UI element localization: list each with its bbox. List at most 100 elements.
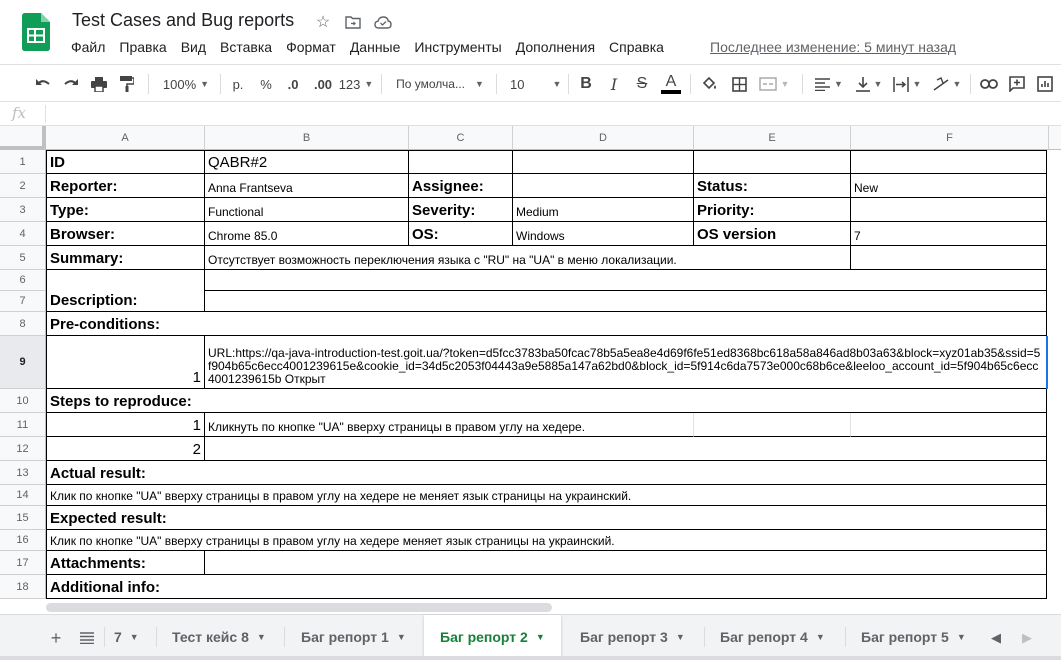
star-icon[interactable]: ☆	[312, 11, 334, 33]
scroll-tabs-right-icon[interactable]: ▶	[1016, 627, 1038, 649]
row-header-11[interactable]: 11	[0, 413, 46, 437]
cell-a1[interactable]: ID	[46, 150, 205, 174]
document-title[interactable]: Test Cases and Bug reports	[72, 10, 294, 31]
cell-a17[interactable]: Attachments:	[46, 551, 205, 575]
cell-a4[interactable]: Browser:	[46, 222, 205, 246]
row-header-1[interactable]: 1	[0, 150, 46, 174]
cell-b3[interactable]: Functional	[205, 198, 409, 222]
column-header-a[interactable]: A	[46, 126, 205, 150]
cell-a18[interactable]: Additional info:	[46, 575, 1047, 599]
row-header-13[interactable]: 13	[0, 461, 46, 485]
row-header-10[interactable]: 10	[0, 389, 46, 413]
cell-a2[interactable]: Reporter:	[46, 174, 205, 198]
cell-a16[interactable]: Клик по кнопке "UA" вверху страницы в пр…	[46, 530, 1047, 551]
vertical-align-icon[interactable]: ▼	[852, 71, 886, 97]
menu-data[interactable]: Данные	[343, 37, 408, 57]
cell-b2[interactable]: Anna Frantseva	[205, 174, 409, 198]
column-header-c[interactable]: C	[409, 126, 513, 150]
row-header-17[interactable]: 17	[0, 551, 46, 575]
cell-b6[interactable]	[205, 270, 1047, 291]
column-header-b[interactable]: B	[205, 126, 409, 150]
last-edit-link[interactable]: Последнее изменение: 5 минут назад	[710, 39, 956, 55]
cell-e2[interactable]: Status:	[694, 174, 851, 198]
sheet-tab-bug-report-1[interactable]: Баг репорт 1 ▼	[301, 615, 406, 659]
cell-b5[interactable]: Отсутствует возможность переключения язы…	[205, 246, 851, 270]
insert-chart-icon[interactable]	[1034, 71, 1056, 97]
cell-d2[interactable]	[513, 174, 694, 198]
cell-a14[interactable]: Клик по кнопке "UA" вверху страницы в пр…	[46, 485, 1047, 506]
text-rotation-icon[interactable]: ▼	[930, 71, 964, 97]
cell-f3[interactable]	[851, 198, 1047, 222]
all-sheets-icon[interactable]	[76, 627, 98, 649]
cell-e4[interactable]: OS version	[694, 222, 851, 246]
sheets-logo-icon[interactable]	[22, 13, 50, 51]
menu-view[interactable]: Вид	[174, 37, 213, 57]
cell-a6[interactable]: Description:	[46, 270, 205, 312]
cell-b7[interactable]	[205, 291, 1047, 312]
cell-d3[interactable]: Medium	[513, 198, 694, 222]
borders-icon[interactable]	[728, 71, 750, 97]
cell-d4[interactable]: Windows	[513, 222, 694, 246]
increase-decimal-button[interactable]: .00	[310, 71, 336, 97]
row-header-12[interactable]: 12	[0, 437, 46, 461]
paint-format-icon[interactable]	[116, 71, 138, 97]
row-header-6[interactable]: 6	[0, 270, 46, 291]
currency-format-button[interactable]: р.	[228, 71, 248, 97]
menu-format[interactable]: Формат	[279, 37, 343, 57]
menu-addons[interactable]: Дополнения	[509, 37, 602, 57]
column-header-d[interactable]: D	[513, 126, 694, 150]
font-size-select[interactable]: 10 ▼	[506, 71, 562, 97]
sheet-tab-bug-report-2[interactable]: Баг репорт 2 ▼	[424, 615, 561, 659]
cell-e11[interactable]	[694, 413, 851, 437]
cell-b1[interactable]: QABR#2	[205, 150, 409, 174]
column-header-f[interactable]: F	[851, 126, 1049, 150]
row-header-4[interactable]: 4	[0, 222, 46, 246]
row-header-14[interactable]: 14	[0, 485, 46, 506]
cell-a15[interactable]: Expected result:	[46, 506, 1047, 530]
cell-b4[interactable]: Chrome 85.0	[205, 222, 409, 246]
horizontal-scrollbar[interactable]	[46, 603, 552, 612]
menu-insert[interactable]: Вставка	[213, 37, 279, 57]
print-icon[interactable]	[88, 71, 110, 97]
row-header-9[interactable]: 9	[0, 336, 46, 389]
row-header-8[interactable]: 8	[0, 312, 46, 336]
cell-b11[interactable]: Кликнуть по кнопке "UA" вверху страницы …	[205, 413, 694, 437]
row-header-15[interactable]: 15	[0, 506, 46, 530]
sheet-tab-test-case-8[interactable]: Тест кейс 8 ▼	[172, 615, 266, 659]
cell-a3[interactable]: Type:	[46, 198, 205, 222]
fill-color-icon[interactable]	[698, 71, 720, 97]
cell-f2[interactable]: New	[851, 174, 1047, 198]
formula-input[interactable]	[52, 106, 1052, 122]
zoom-select[interactable]: 100% ▼	[158, 71, 214, 97]
cell-a12[interactable]: 2	[46, 437, 205, 461]
decrease-decimal-button[interactable]: .0	[282, 71, 304, 97]
cell-a8[interactable]: Pre-conditions:	[46, 312, 1047, 336]
row-header-18[interactable]: 18	[0, 575, 46, 599]
text-color-icon[interactable]: A	[660, 71, 682, 97]
cell-b9[interactable]: URL:https://qa-java-introduction-test.go…	[205, 336, 1047, 389]
cell-f11[interactable]	[851, 413, 1047, 437]
cell-f1[interactable]	[851, 150, 1047, 174]
row-header-3[interactable]: 3	[0, 198, 46, 222]
sheet-tab-bug-report-4[interactable]: Баг репорт 4 ▼	[720, 615, 825, 659]
italic-icon[interactable]: I	[604, 71, 624, 97]
font-family-select[interactable]: По умолча... ▼	[392, 71, 488, 97]
cell-e1[interactable]	[694, 150, 851, 174]
add-sheet-icon[interactable]: +	[45, 627, 67, 649]
more-formats-select[interactable]: 123 ▼	[339, 71, 374, 97]
cell-c2[interactable]: Assignee:	[409, 174, 513, 198]
horizontal-align-icon[interactable]: ▼	[812, 71, 846, 97]
sheet-tab-bug-report-5[interactable]: Баг репорт 5 ▼	[861, 615, 966, 659]
cell-e3[interactable]: Priority:	[694, 198, 851, 222]
menu-tools[interactable]: Инструменты	[407, 37, 508, 57]
cell-a5[interactable]: Summary:	[46, 246, 205, 270]
menu-file[interactable]: Файл	[64, 37, 112, 57]
cell-a13[interactable]: Actual result:	[46, 461, 1047, 485]
cell-a9[interactable]: 1	[46, 336, 205, 389]
row-header-5[interactable]: 5	[0, 246, 46, 270]
cell-b12[interactable]	[205, 437, 1047, 461]
scroll-tabs-left-icon[interactable]: ◀	[985, 627, 1007, 649]
insert-link-icon[interactable]	[978, 71, 1000, 97]
row-header-7[interactable]: 7	[0, 291, 46, 312]
cell-b17[interactable]	[205, 551, 1047, 575]
